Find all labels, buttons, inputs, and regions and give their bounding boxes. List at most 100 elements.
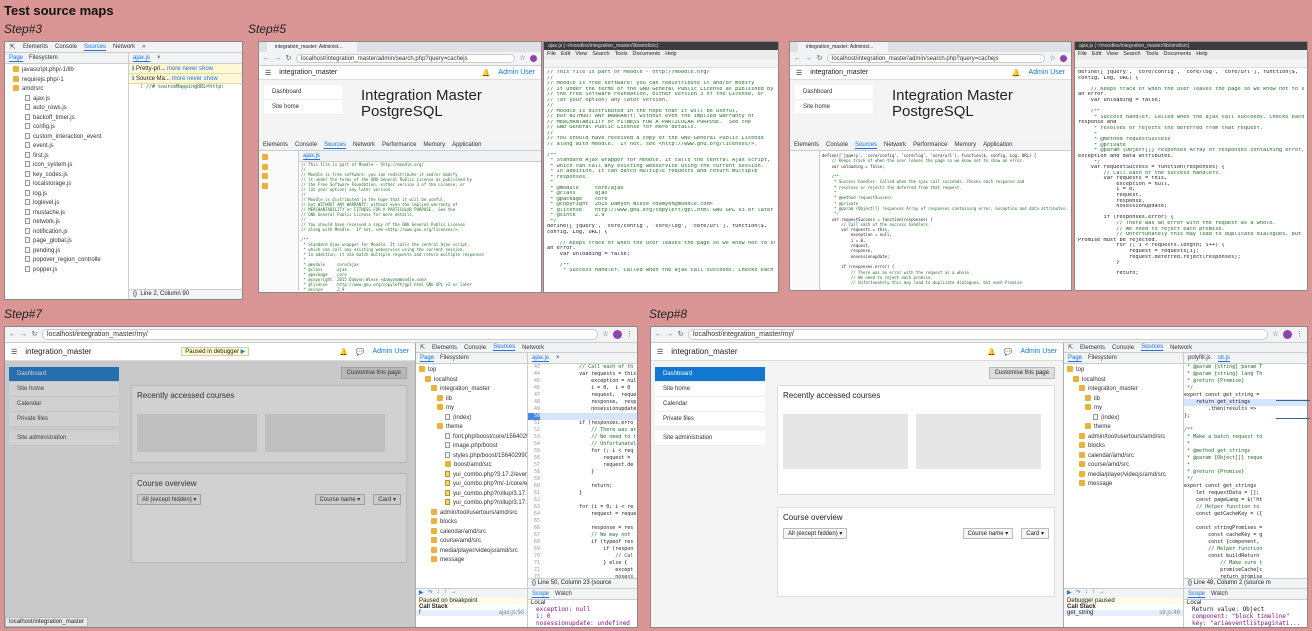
nav-site-home[interactable]: Site home bbox=[655, 382, 765, 397]
site-name[interactable]: integration_master bbox=[25, 347, 91, 356]
debugger-controls[interactable]: ▶ ↷ ↓ ↑ → bbox=[416, 589, 527, 598]
tree-file[interactable]: config.js bbox=[9, 123, 128, 133]
profile-avatar[interactable] bbox=[1060, 55, 1067, 62]
devtools-tabs[interactable]: Elements Console Sources Network Perform… bbox=[259, 140, 541, 151]
file-tab[interactable]: polyfill.js bbox=[1188, 355, 1211, 361]
inspect-icon[interactable]: ⇱ bbox=[9, 44, 16, 51]
tab-network[interactable]: Network bbox=[884, 142, 906, 148]
tree-file[interactable]: loglevel.js bbox=[9, 199, 128, 209]
tree-folder[interactable]: integration_master bbox=[419, 385, 527, 395]
tab-application[interactable]: Application bbox=[452, 142, 481, 148]
sort-dropdown[interactable]: Course name ▾ bbox=[314, 494, 366, 505]
nav-dashboard[interactable]: Dashboard bbox=[264, 85, 342, 100]
tree-file[interactable]: yui_combo.php?rollup/3.17.2/ bbox=[419, 499, 527, 509]
braces-icon[interactable]: {} bbox=[532, 580, 536, 586]
tab-filesystem[interactable]: Filesystem bbox=[440, 355, 469, 361]
tab-network[interactable]: Network bbox=[113, 44, 135, 50]
nav-calendar[interactable]: Calendar bbox=[9, 397, 119, 412]
step-icon[interactable]: → bbox=[1099, 589, 1105, 598]
menu-item[interactable]: Edit bbox=[1092, 50, 1101, 59]
inspect-icon[interactable]: ⇱ bbox=[420, 344, 425, 351]
tree-file[interactable]: page_global.js bbox=[9, 237, 128, 247]
tree-file[interactable]: popover_region_controlle bbox=[9, 256, 128, 266]
tree-file[interactable]: auto_rows.js bbox=[9, 104, 128, 114]
menu-item[interactable]: Help bbox=[665, 50, 676, 59]
profile-avatar[interactable] bbox=[1283, 330, 1292, 339]
profile-avatar[interactable] bbox=[530, 55, 537, 62]
tab-elements[interactable]: Elements bbox=[263, 142, 288, 148]
view-dropdown[interactable]: Card ▾ bbox=[1021, 528, 1049, 539]
reload-icon[interactable]: ↻ bbox=[677, 331, 684, 338]
reload-icon[interactable]: ↻ bbox=[285, 55, 292, 62]
menu-item[interactable]: Edit bbox=[561, 50, 570, 59]
tree-folder[interactable]: integration_master bbox=[1067, 385, 1183, 395]
tab-sources[interactable]: Sources bbox=[493, 344, 516, 352]
tab-sources[interactable]: Sources bbox=[84, 44, 107, 51]
menu-item[interactable]: Help bbox=[1196, 50, 1207, 59]
tree-folder[interactable]: admin/tool/usertours/amd/src bbox=[419, 508, 527, 519]
tree-file[interactable]: localstorage.js bbox=[9, 180, 128, 190]
tree-folder[interactable]: boost/amd/src bbox=[419, 461, 527, 471]
chat-icon[interactable]: 💬 bbox=[356, 348, 365, 356]
customise-page-button[interactable]: Customise this page bbox=[988, 367, 1055, 379]
user-menu[interactable]: Admin User bbox=[372, 348, 409, 355]
tree-folder[interactable]: javascript.php/-1/lib bbox=[9, 66, 128, 76]
nav-dashboard[interactable]: Dashboard bbox=[795, 85, 873, 100]
tree-file[interactable]: image.php/boost bbox=[419, 442, 527, 452]
reload-icon[interactable]: ↻ bbox=[31, 331, 38, 338]
never-show-link[interactable]: never show bbox=[182, 66, 213, 72]
tree-file[interactable]: notification.js bbox=[9, 227, 128, 238]
step-into-icon[interactable]: ↓ bbox=[1085, 589, 1088, 598]
tree-file[interactable]: backoff_timer.js bbox=[9, 113, 128, 124]
kebab-menu-icon[interactable]: ⋮ bbox=[1296, 331, 1303, 338]
bell-icon[interactable]: 🔔 bbox=[339, 348, 348, 356]
tree-file[interactable]: (index) bbox=[419, 413, 527, 424]
inspect-icon[interactable]: ⇱ bbox=[1068, 344, 1073, 351]
tab-network[interactable]: Network bbox=[1170, 345, 1192, 351]
browser-tab[interactable]: integration_master: Administ... bbox=[267, 42, 357, 52]
menu-item[interactable]: Search bbox=[1123, 50, 1140, 59]
devtools-tabs[interactable]: ⇱ Elements Console Sources Network bbox=[1064, 343, 1307, 353]
close-icon[interactable]: × bbox=[556, 355, 560, 361]
back-icon[interactable]: ← bbox=[9, 331, 16, 338]
tree-folder[interactable]: course/amd/src bbox=[419, 537, 527, 547]
editor-text[interactable]: define(['jquery', 'core/config', 'core/l… bbox=[1075, 68, 1307, 279]
more-tabs-icon[interactable]: » bbox=[142, 44, 145, 50]
tab-sources[interactable]: Sources bbox=[855, 142, 878, 149]
user-menu[interactable]: Admin User bbox=[1020, 348, 1057, 355]
bell-icon[interactable]: 🔔 bbox=[1012, 69, 1021, 77]
site-name[interactable]: integration_master bbox=[671, 347, 737, 356]
star-icon[interactable]: ☆ bbox=[1049, 55, 1056, 62]
tab-watch[interactable]: Watch bbox=[555, 591, 572, 597]
tree-file[interactable]: network.js bbox=[9, 218, 128, 228]
tree-folder[interactable]: top bbox=[419, 366, 527, 376]
tab-elements[interactable]: Elements bbox=[1080, 345, 1105, 351]
menu-item[interactable]: Tools bbox=[615, 50, 628, 59]
tree-file[interactable]: key_codes.js bbox=[9, 170, 128, 181]
tree-file[interactable]: first.js bbox=[9, 151, 128, 162]
tab-network[interactable]: Network bbox=[522, 345, 544, 351]
tree-folder[interactable]: lib bbox=[1067, 394, 1183, 405]
tab-sources[interactable]: Sources bbox=[1141, 344, 1164, 351]
tab-sources[interactable]: Sources bbox=[324, 142, 347, 149]
tab-console[interactable]: Console bbox=[464, 345, 486, 351]
nav-private-files[interactable]: Private files bbox=[9, 412, 119, 427]
call-frame[interactable]: f ajax.js:50 bbox=[416, 610, 527, 616]
nav-dashboard[interactable]: Dashboard bbox=[9, 367, 119, 382]
tree-file[interactable]: styles.php/boost/1564029902 bbox=[419, 451, 527, 462]
tree-folder[interactable]: course/amd/src bbox=[1067, 461, 1183, 471]
tree-folder[interactable]: my bbox=[419, 404, 527, 414]
tree-folder[interactable]: lib bbox=[419, 394, 527, 405]
menu-icon[interactable]: ☰ bbox=[796, 69, 802, 77]
tree-file[interactable]: event.js bbox=[9, 142, 128, 152]
tree-file[interactable]: pending.js bbox=[9, 246, 128, 257]
tree-file[interactable]: custom_interaction_event bbox=[9, 132, 128, 143]
nav-site-home[interactable]: Site home bbox=[9, 382, 119, 397]
tab-elements[interactable]: Elements bbox=[432, 345, 457, 351]
tree-folder[interactable]: theme bbox=[1067, 423, 1183, 433]
tree-folder[interactable]: calendar/amd/src bbox=[419, 527, 527, 538]
nav-site-administration[interactable]: Site administration bbox=[655, 431, 765, 446]
back-icon[interactable]: ← bbox=[655, 331, 662, 338]
devtools-tabs[interactable]: ⇱ Elements Console Sources Network bbox=[416, 343, 637, 354]
menu-icon[interactable]: ☰ bbox=[657, 348, 663, 356]
